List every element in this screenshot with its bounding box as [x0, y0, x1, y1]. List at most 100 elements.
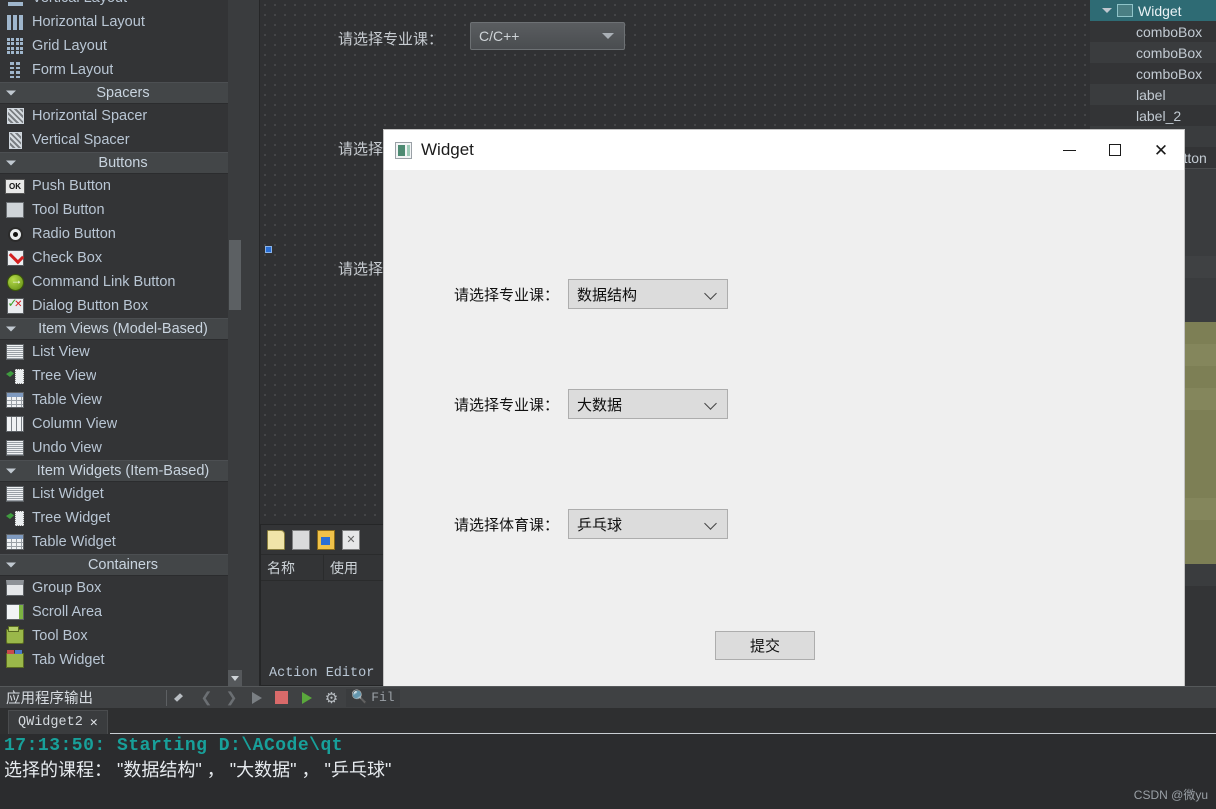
- action-editor-panel[interactable]: ✕ 名称 使用 Action Editor: [260, 524, 386, 686]
- widget-box-item-horizontal-spacer[interactable]: Horizontal Spacer: [0, 104, 242, 128]
- settings-gear-icon[interactable]: ⚙: [323, 689, 340, 707]
- object-tree-item[interactable]: label_2: [1090, 105, 1216, 126]
- minimize-button[interactable]: [1046, 130, 1092, 170]
- widget-box-item-dialog-button-box[interactable]: Dialog Button Box: [0, 294, 242, 318]
- edit-action-icon[interactable]: [317, 529, 335, 550]
- maximize-button[interactable]: [1092, 130, 1138, 170]
- widget-box-item-horizontal-layout[interactable]: Horizontal Layout: [0, 10, 242, 34]
- major-course-combobox-1[interactable]: 数据结构: [568, 279, 729, 309]
- output-tab-row[interactable]: QWidget2 ✕: [0, 708, 1216, 734]
- widget-box-item-label: Scroll Area: [32, 604, 103, 620]
- clear-icon[interactable]: [173, 689, 190, 706]
- output-toolbar[interactable]: ❮ ❯ ⚙: [173, 689, 340, 707]
- widget-box-item-table-widget[interactable]: Table Widget: [0, 530, 242, 554]
- widget-box-item-tool-box[interactable]: Tool Box: [0, 624, 242, 648]
- major-course-combobox-2[interactable]: 大数据: [568, 389, 729, 419]
- widget-dialog[interactable]: Widget ✕ 请选择专业课： 数据结构 请选择专业课： 大数据 请选择体育课…: [384, 130, 1184, 770]
- object-tree-root[interactable]: Widget: [1090, 0, 1216, 21]
- action-editor-columns: 名称 使用: [261, 555, 385, 581]
- widget-box-item-tree-widget[interactable]: Tree Widget: [0, 506, 242, 530]
- check-box-icon: [4, 249, 26, 267]
- object-tree-item[interactable]: comboBox: [1090, 63, 1216, 84]
- copy-action-icon[interactable]: [292, 529, 310, 550]
- widget-box-item-list-view[interactable]: List View: [0, 340, 242, 364]
- object-tree-item[interactable]: label: [1090, 84, 1216, 105]
- table-view-icon: [4, 391, 26, 409]
- dialog-button-box-icon: [4, 296, 26, 315]
- widget-box-group-header[interactable]: Buttons: [0, 152, 242, 174]
- widget-box-item-check-box[interactable]: Check Box: [0, 246, 242, 270]
- widget-box-item-radio-button[interactable]: Radio Button: [0, 222, 242, 246]
- widget-box-item-column-view[interactable]: Column View: [0, 412, 242, 436]
- widget-box-panel[interactable]: Vertical Layout Horizontal Layout Grid Lay…: [0, 0, 242, 686]
- column-header-used[interactable]: 使用: [324, 555, 385, 580]
- widget-box-group-header[interactable]: Item Widgets (Item-Based): [0, 460, 242, 482]
- selection-handle[interactable]: [265, 246, 272, 253]
- submit-button[interactable]: 提交: [715, 631, 815, 660]
- widget-box-item-list-widget[interactable]: List Widget: [0, 482, 242, 506]
- new-action-icon[interactable]: [267, 529, 285, 550]
- horizontal-layout-icon: [4, 13, 26, 31]
- canvas-label-2: 请选择: [338, 141, 384, 158]
- vertical-layout-icon: [4, 0, 26, 7]
- widget-box-item-group-box[interactable]: Group Box: [0, 576, 242, 600]
- widget-box-item-form-layout[interactable]: Form Layout: [0, 58, 242, 82]
- collapse-triangle-icon[interactable]: [6, 562, 16, 568]
- output-search-field[interactable]: 🔍 Fil: [346, 688, 400, 707]
- output-header: 应用程序输出 ❮ ❯ ⚙ 🔍 Fil: [0, 686, 1216, 708]
- delete-action-icon[interactable]: ✕: [342, 529, 360, 550]
- widget-box-scrollbar[interactable]: [228, 0, 242, 686]
- widget-box-item-scroll-area[interactable]: Scroll Area: [0, 600, 242, 624]
- widget-box-item-push-button[interactable]: OK Push Button: [0, 174, 242, 198]
- collapse-triangle-icon[interactable]: [6, 468, 16, 474]
- widget-box-item-label: Undo View: [32, 440, 102, 456]
- widget-box-item-undo-view[interactable]: Undo View: [0, 436, 242, 460]
- output-panel-title: 应用程序输出: [6, 691, 93, 707]
- widget-box-item-tool-button[interactable]: Tool Button: [0, 198, 242, 222]
- collapse-triangle-icon[interactable]: [6, 160, 16, 166]
- widget-box-item-label: Tool Button: [32, 202, 105, 218]
- widget-box-group-header[interactable]: Item Views (Model-Based): [0, 318, 242, 340]
- tab-action-editor[interactable]: Action Editor: [269, 666, 374, 681]
- collapse-triangle-icon[interactable]: [6, 90, 16, 96]
- widget-box-item-label: Dialog Button Box: [32, 298, 149, 314]
- stop-icon[interactable]: [273, 689, 290, 706]
- next-icon[interactable]: ❯: [223, 689, 240, 706]
- chevron-down-icon: [704, 287, 717, 300]
- chevron-down-icon: [704, 517, 717, 530]
- debug-icon[interactable]: [298, 689, 315, 706]
- field-label-2: 请选择专业课：: [454, 396, 560, 414]
- close-button[interactable]: ✕: [1138, 130, 1184, 170]
- widget-box-item-label: Push Button: [32, 178, 111, 194]
- scroll-down-arrow-icon[interactable]: [228, 670, 242, 686]
- object-tree-item[interactable]: comboBox: [1090, 21, 1216, 42]
- close-icon[interactable]: ✕: [90, 715, 98, 730]
- canvas-label-3: 请选择: [338, 261, 384, 278]
- expand-triangle-icon[interactable]: [1102, 8, 1112, 13]
- console-output[interactable]: 17:13:50: Starting D:\ACode\qt 选择的课程： "数…: [0, 734, 1216, 809]
- maximize-icon: [1109, 144, 1121, 156]
- scrollbar-thumb[interactable]: [229, 240, 241, 310]
- widget-box-group-header[interactable]: Containers: [0, 554, 242, 576]
- object-tree-item[interactable]: comboBox: [1090, 42, 1216, 63]
- widget-box-item-vertical-spacer[interactable]: Vertical Spacer: [0, 128, 242, 152]
- dialog-titlebar[interactable]: Widget ✕: [384, 130, 1184, 170]
- widget-box-item-tree-view[interactable]: Tree View: [0, 364, 242, 388]
- widget-box-item-tab-widget[interactable]: Tab Widget: [0, 648, 242, 672]
- widget-box-item-grid-layout[interactable]: Grid Layout: [0, 34, 242, 58]
- object-tree-item-label: comboBox: [1136, 44, 1203, 61]
- column-header-name[interactable]: 名称: [261, 555, 324, 580]
- widget-box-item-table-view[interactable]: Table View: [0, 388, 242, 412]
- action-editor-body[interactable]: [261, 581, 385, 651]
- run-icon[interactable]: [248, 689, 265, 706]
- action-editor-toolbar[interactable]: ✕: [261, 525, 385, 555]
- widget-box-item-vertical-layout[interactable]: Vertical Layout: [0, 0, 242, 10]
- widget-box-group-header[interactable]: Spacers: [0, 82, 242, 104]
- widget-box-item-command-link-button[interactable]: Command Link Button: [0, 270, 242, 294]
- tab-qwidget2[interactable]: QWidget2 ✕: [8, 710, 108, 734]
- sports-course-combobox[interactable]: 乒乓球: [568, 509, 729, 539]
- application-output-pane[interactable]: 应用程序输出 ❮ ❯ ⚙ 🔍 Fil QWidget2 ✕ 17:13:50: …: [0, 686, 1216, 809]
- canvas-combobox-1[interactable]: C/C++: [470, 22, 625, 50]
- collapse-triangle-icon[interactable]: [6, 326, 16, 332]
- prev-icon[interactable]: ❮: [198, 689, 215, 706]
